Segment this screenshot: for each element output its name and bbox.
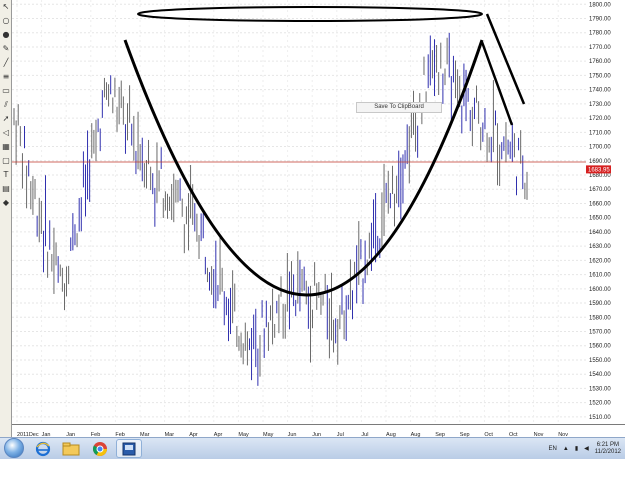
handle-lines-annotation[interactable] [480, 13, 526, 126]
price-tick-label: 1610.00 [589, 273, 611, 279]
price-tick-label: 1660.00 [589, 201, 611, 207]
price-tick-label: 1730.00 [589, 102, 611, 108]
price-tick-label: 1550.00 [589, 358, 611, 364]
price-tick-label: 1750.00 [589, 73, 611, 79]
price-tick-label: 1630.00 [589, 244, 611, 250]
price-tick-label: 1580.00 [589, 315, 611, 321]
box-icon[interactable]: ▢ [1, 156, 11, 166]
price-tick-label: 1560.00 [589, 344, 611, 350]
price-tick-label: 1780.00 [589, 31, 611, 37]
note-icon[interactable]: ▤ [1, 184, 11, 194]
tray-expand-icon[interactable]: ▲ [563, 446, 569, 452]
price-tick-label: 1700.00 [589, 145, 611, 151]
ie-icon[interactable] [30, 439, 56, 458]
save-to-clipboard-menu-item[interactable]: Save To ClipBoard [356, 102, 442, 113]
price-axis: 1800.00 1790.00 1780.00 1770.00 1760.00 1750.… [586, 0, 625, 424]
arrow-icon[interactable]: ➚ [1, 114, 11, 124]
start-button[interactable] [4, 438, 24, 458]
grid-tool-icon[interactable]: ▦ [1, 142, 11, 152]
clock[interactable]: 6:21 PM 11/2/2012 [595, 442, 621, 456]
pencil-icon[interactable]: ✎ [1, 44, 11, 54]
trading-app-icon[interactable] [116, 439, 142, 458]
color-tool-icon[interactable]: ◆ [1, 198, 11, 208]
triangle-icon[interactable]: ◁ [1, 128, 11, 138]
price-tick-label: 1600.00 [589, 287, 611, 293]
text-tool-icon[interactable]: T [1, 170, 11, 180]
time-axis: 2011Dec Jan Jan Feb Feb Mar Mar Apr Apr May May Jun… [12, 424, 625, 438]
rectangle-icon[interactable]: ▭ [1, 86, 11, 96]
cursor-icon[interactable]: ↖ [1, 2, 11, 12]
chart-canvas[interactable] [12, 0, 586, 424]
windows-taskbar: EN ▲ ▮ ◀ 6:21 PM 11/2/2012 [0, 437, 625, 459]
current-price-label: 1683.95 [588, 167, 610, 173]
price-tick-label: 1570.00 [589, 330, 611, 336]
circle-tool-icon[interactable]: ● [1, 30, 11, 40]
price-tick-label: 1540.00 [589, 372, 611, 378]
price-tick-label: 1710.00 [589, 130, 611, 136]
ellipse-tool-icon[interactable]: ○ [1, 16, 11, 26]
folder-icon[interactable] [58, 439, 84, 458]
clock-time: 6:21 PM [596, 441, 620, 448]
system-tray: EN ▲ ▮ ◀ 6:21 PM 11/2/2012 [549, 438, 621, 459]
price-tick-label: 1520.00 [589, 401, 611, 407]
price-tick-label: 1620.00 [589, 258, 611, 264]
blank-area [0, 459, 625, 500]
price-tick-label: 1690.00 [589, 159, 611, 165]
price-tick-label: 1790.00 [589, 16, 611, 22]
drawing-toolbar: ↖ ○ ● ✎ ╱ ≡ ▭ ⫽ ➚ ◁ ▦ ▢ T ▤ ◆ [0, 0, 12, 437]
price-tick-label: 1650.00 [589, 216, 611, 222]
language-indicator[interactable]: EN [549, 446, 557, 452]
fibonacci-icon[interactable]: ≡ [1, 72, 11, 82]
chrome-icon[interactable] [87, 439, 113, 458]
price-tick-label: 1720.00 [589, 116, 611, 122]
price-chart[interactable]: Save To ClipBoard [12, 0, 586, 424]
channel-icon[interactable]: ⫽ [1, 100, 11, 110]
network-icon[interactable]: ▮ [575, 445, 578, 452]
price-tick-label: 1800.00 [589, 2, 611, 8]
price-tick-label: 1760.00 [589, 59, 611, 65]
price-tick-label: 1530.00 [589, 386, 611, 392]
price-tick-label: 1510.00 [589, 415, 611, 421]
price-tick-label: 1590.00 [589, 301, 611, 307]
volume-icon[interactable]: ◀ [584, 445, 589, 452]
price-tick-label: 1640.00 [589, 230, 611, 236]
price-tick-label: 1740.00 [589, 88, 611, 94]
trading-window: ↖ ○ ● ✎ ╱ ≡ ▭ ⫽ ➚ ◁ ▦ ▢ T ▤ ◆ Save To Cl… [0, 0, 625, 500]
trend-line-icon[interactable]: ╱ [1, 58, 11, 68]
price-axis-labels: 1800.00 1790.00 1780.00 1770.00 1760.00 1750.… [586, 2, 611, 421]
price-tick-label: 1670.00 [589, 187, 611, 193]
price-tick-label: 1770.00 [589, 45, 611, 51]
clock-date: 11/2/2012 [594, 448, 621, 455]
price-tick-label: 1680.00 [589, 173, 611, 179]
